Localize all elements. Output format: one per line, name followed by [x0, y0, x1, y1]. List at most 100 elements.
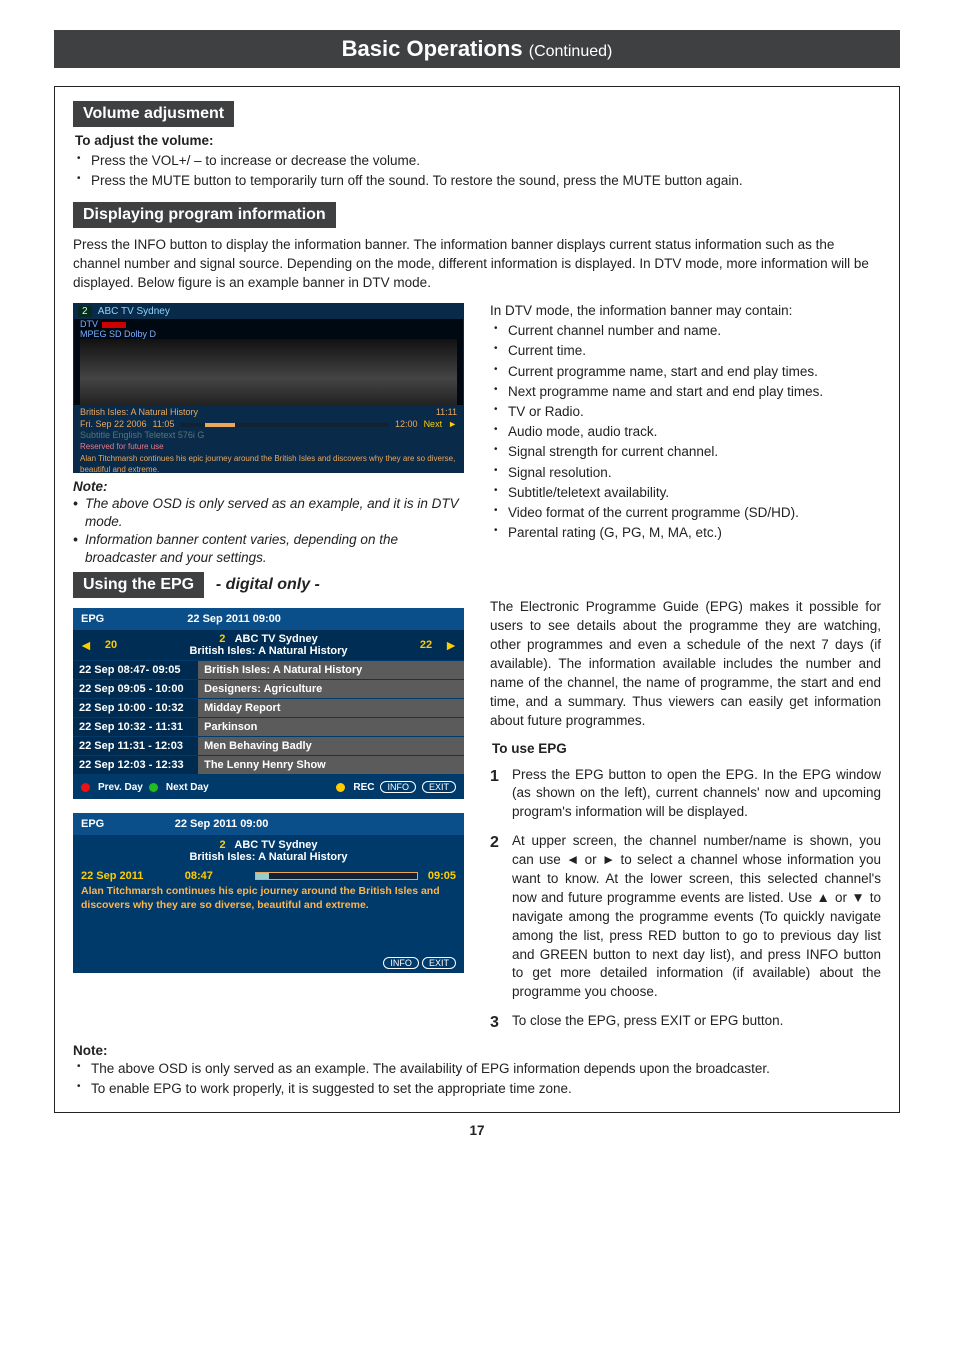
page-header: Basic Operations (Continued) — [54, 30, 900, 68]
volume-section-tag: Volume adjusment — [73, 101, 234, 127]
epg-row-time: 22 Sep 10:00 - 10:32 — [73, 699, 198, 717]
epg-exit-pill[interactable]: EXIT — [422, 781, 456, 793]
banner-next: Next — [424, 419, 443, 431]
banner-t2: 12:00 — [395, 419, 418, 431]
epg-row-time: 22 Sep 11:31 - 12:03 — [73, 737, 198, 755]
epg-datetime: 22 Sep 2011 09:00 — [187, 613, 281, 625]
list-item: Current channel number and name. — [494, 322, 881, 340]
banner-codec: MPEG SD Dolby D — [80, 329, 156, 339]
epg-detail-datetime: 22 Sep 2011 09:00 — [175, 818, 269, 830]
volume-list: Press the VOL+/ – to increase or decreas… — [73, 152, 881, 190]
bottom-note-label: Note: — [73, 1043, 881, 1058]
banner-t1: 11:05 — [153, 419, 175, 431]
list-item: Current time. — [494, 342, 881, 360]
epg-detail-ch-name: ABC TV Sydney — [234, 839, 317, 851]
epg-row-time: 22 Sep 09:05 - 10:00 — [73, 680, 198, 698]
banner-ch-name: ABC TV Sydney — [98, 306, 170, 317]
info-banner-osd: 2 ABC TV Sydney DTV MPEG SD Dolby D Brit… — [73, 303, 464, 473]
header-sub: (Continued) — [529, 43, 613, 60]
epg-row-prog: The Lenny Henry Show — [198, 756, 464, 774]
volume-subhead: To adjust the volume: — [75, 133, 881, 148]
epg-row-prog: British Isles: A Natural History — [198, 661, 464, 679]
step-number: 3 — [490, 1012, 504, 1034]
list-item: Subtitle/teletext availability. — [494, 484, 881, 502]
display-section-tag: Displaying program information — [73, 202, 336, 228]
step-text: To close the EPG, press EXIT or EPG butt… — [512, 1012, 881, 1034]
epg-info-pill[interactable]: INFO — [380, 781, 416, 793]
list-item: Signal resolution. — [494, 464, 881, 482]
chevron-left-icon[interactable]: ◄ — [79, 637, 93, 653]
epg-row-prog: Midday Report — [198, 699, 464, 717]
main-content: Volume adjusment To adjust the volume: P… — [54, 86, 900, 1113]
epg-list-osd: EPG 22 Sep 2011 09:00 ◄ 20 2 ABC TV Sydn… — [73, 608, 464, 799]
banner-meta: Subtitle English Teletext 576i G — [80, 430, 204, 440]
chevron-right-icon: ► — [448, 419, 457, 431]
red-dot-icon — [81, 783, 90, 792]
epg-prev-ch: 20 — [105, 639, 117, 651]
green-dot-icon — [149, 783, 158, 792]
epg-detail-progress — [255, 872, 418, 880]
banner-scene — [80, 339, 457, 405]
dtv-contains-list: Current channel number and name. Current… — [490, 322, 881, 542]
epg-next-ch: 22 — [420, 639, 432, 651]
epg-rec[interactable]: REC — [353, 782, 374, 793]
epg-detail-prog: British Isles: A Natural History — [189, 851, 347, 863]
epg-row-time: 22 Sep 08:47- 09:05 — [73, 661, 198, 679]
page-number: 17 — [54, 1123, 900, 1138]
epg-step-1: 1 Press the EPG button to open the EPG. … — [490, 766, 881, 823]
list-item: TV or Radio. — [494, 403, 881, 421]
yellow-dot-icon — [336, 783, 345, 792]
list-item: Press the MUTE button to temporarily tur… — [77, 172, 881, 190]
epg-row-time: 22 Sep 10:32 - 11:31 — [73, 718, 198, 736]
banner-ch-no: 2 — [78, 306, 92, 317]
epg-row-prog: Parkinson — [198, 718, 464, 736]
epg-row-prog: Men Behaving Badly — [198, 737, 464, 755]
chevron-right-icon[interactable]: ► — [444, 637, 458, 653]
epg-row-prog: Designers: Agriculture — [198, 680, 464, 698]
epg-step-3: 3 To close the EPG, press EXIT or EPG bu… — [490, 1012, 881, 1034]
epg-detail-osd: EPG 22 Sep 2011 09:00 2 ABC TV Sydney Br… — [73, 813, 464, 972]
epg-intro: The Electronic Programme Guide (EPG) mak… — [490, 598, 881, 730]
note-item: Information banner content varies, depen… — [73, 531, 464, 566]
epg-detail-head-label: EPG — [81, 818, 175, 830]
banner-progress — [180, 423, 389, 427]
epg-prev-day[interactable]: Prev. Day — [98, 782, 143, 793]
banner-desc: Alan Titchmarsh continues his epic journ… — [80, 454, 455, 474]
banner-prog: British Isles: A Natural History — [80, 407, 198, 419]
list-item: Video format of the current programme (S… — [494, 504, 881, 522]
list-item: Signal strength for current channel. — [494, 443, 881, 461]
step-text: At upper screen, the channel number/name… — [512, 832, 881, 1002]
list-item: The above OSD is only served as an examp… — [77, 1060, 881, 1078]
banner-now: 11:11 — [436, 407, 457, 419]
epg-touse-head: To use EPG — [492, 741, 881, 756]
epg-next-day[interactable]: Next Day — [166, 782, 209, 793]
epg-digital-label: - digital only - — [216, 576, 320, 593]
banner-rsv: Reserved for future use — [80, 442, 457, 452]
epg-cur-prog: British Isles: A Natural History — [189, 645, 347, 657]
step-number: 1 — [490, 766, 504, 823]
banner-date: Fri. Sep 22 2006 — [80, 419, 147, 431]
epg-detail-date: 22 Sep 2011 — [81, 870, 175, 882]
epg-detail-exit-pill[interactable]: EXIT — [422, 957, 456, 969]
banner-red-bar — [102, 322, 126, 328]
epg-table: 22 Sep 08:47- 09:05British Isles: A Natu… — [73, 660, 464, 775]
epg-head-label: EPG — [81, 613, 104, 625]
note-item: The above OSD is only served as an examp… — [73, 495, 464, 530]
list-item: Next programme name and start and end pl… — [494, 383, 881, 401]
epg-cur-ch-name: ABC TV Sydney — [235, 633, 318, 645]
epg-detail-desc: Alan Titchmarsh continues his epic journ… — [73, 885, 464, 952]
step-text: Press the EPG button to open the EPG. In… — [512, 766, 881, 823]
epg-detail-info-pill[interactable]: INFO — [383, 957, 419, 969]
note-label: Note: — [73, 479, 464, 494]
epg-row-time: 22 Sep 12:03 - 12:33 — [73, 756, 198, 774]
banner-dtv: DTV — [80, 319, 98, 329]
list-item: Parental rating (G, PG, M, MA, etc.) — [494, 524, 881, 542]
header-title: Basic Operations — [342, 36, 523, 61]
list-item: Press the VOL+/ – to increase or decreas… — [77, 152, 881, 170]
list-item: To enable EPG to work properly, it is su… — [77, 1080, 881, 1098]
epg-cur-ch-no: 2 — [219, 633, 225, 645]
step-number: 2 — [490, 832, 504, 1002]
display-intro: Press the INFO button to display the inf… — [73, 236, 881, 293]
dtv-contains-intro: In DTV mode, the information banner may … — [490, 303, 881, 318]
list-item: Current programme name, start and end pl… — [494, 363, 881, 381]
